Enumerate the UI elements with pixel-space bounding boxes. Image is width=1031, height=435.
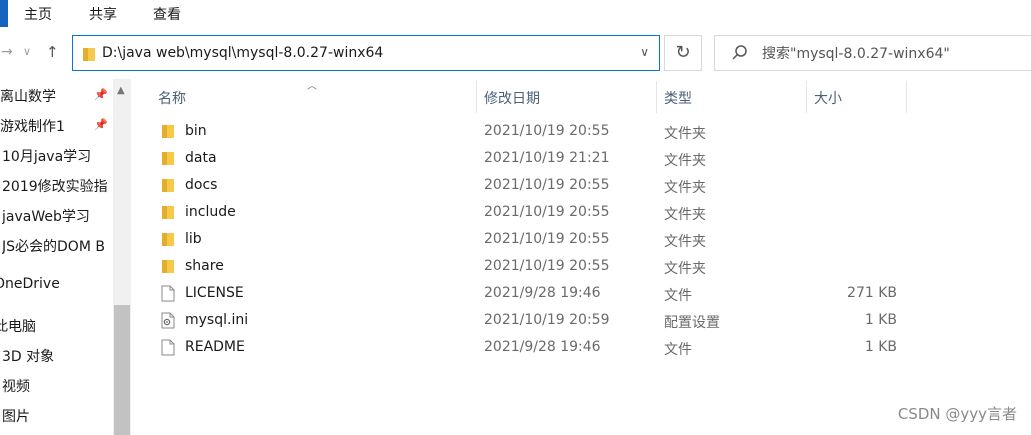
file-name: data	[185, 150, 217, 166]
column-divider[interactable]	[656, 81, 657, 113]
scrollbar-thumb[interactable]	[114, 305, 130, 435]
file-menu-edge[interactable]	[0, 0, 8, 27]
file-name: mysql.ini	[185, 312, 249, 328]
refresh-button[interactable]: ↻	[664, 35, 702, 71]
nav-item-quick-access[interactable]: 游戏制作1	[0, 116, 92, 140]
nav-item-quick-access[interactable]: 离山数学	[0, 86, 92, 110]
nav-item-3d-objects[interactable]: 3D 对象	[2, 346, 112, 370]
file-name: README	[185, 339, 245, 355]
file-type: 配置设置	[664, 315, 720, 331]
file-modified: 2021/9/28 19:46	[484, 339, 601, 355]
file-type: 文件夹	[664, 180, 706, 196]
file-name: lib	[185, 231, 202, 247]
file-row[interactable]: lib 2021/10/19 20:55 文件夹	[131, 226, 1031, 253]
file-name: LICENSE	[185, 285, 244, 301]
search-input[interactable]	[762, 44, 1022, 64]
file-modified: 2021/10/19 20:55	[484, 204, 610, 220]
file-type: 文件夹	[664, 153, 706, 169]
file-modified: 2021/10/19 20:59	[484, 312, 610, 328]
file-modified: 2021/10/19 20:55	[484, 231, 610, 247]
file-type: 文件夹	[664, 207, 706, 223]
file-modified: 2021/10/19 20:55	[484, 177, 610, 193]
file-size: 1 KB	[864, 339, 897, 355]
file-name: include	[185, 204, 236, 220]
file-icon	[161, 339, 175, 360]
settings-file-icon	[161, 312, 175, 333]
column-header-type[interactable]: 类型	[664, 88, 692, 108]
file-type: 文件	[664, 288, 692, 304]
pin-icon[interactable]: 📌	[94, 88, 108, 101]
column-divider[interactable]	[806, 81, 807, 113]
pin-icon[interactable]: 📌	[94, 118, 108, 131]
recent-locations-icon[interactable]: ∨	[23, 45, 31, 58]
chevron-down-icon[interactable]: ∨	[640, 45, 649, 59]
folder-icon	[161, 150, 175, 170]
file-name: bin	[185, 123, 207, 139]
folder-icon	[83, 48, 95, 61]
folder-icon	[161, 123, 175, 143]
file-modified: 2021/9/28 19:46	[484, 285, 601, 301]
file-type: 文件夹	[664, 126, 706, 142]
watermark: CSDN @yyy言者	[897, 405, 1017, 423]
nav-item-quick-access[interactable]: javaWeb学习	[2, 206, 112, 230]
nav-item-pictures[interactable]: 图片	[2, 406, 112, 430]
nav-item-this-pc[interactable]: 此电脑	[0, 316, 112, 340]
file-row[interactable]: LICENSE 2021/9/28 19:46 文件 271 KB	[131, 280, 1031, 307]
file-modified: 2021/10/19 21:21	[484, 150, 610, 166]
tab-share[interactable]: 共享	[89, 4, 117, 24]
column-headers: ︿ 名称 修改日期 类型 大小	[131, 79, 1031, 115]
nav-item-quick-access[interactable]: 10月java学习	[2, 146, 112, 170]
scroll-up-icon[interactable]: ▲	[117, 85, 125, 96]
file-name: share	[185, 258, 224, 274]
search-icon	[732, 45, 747, 60]
folder-icon	[161, 204, 175, 224]
file-modified: 2021/10/19 20:55	[484, 258, 610, 274]
file-row[interactable]: bin 2021/10/19 20:55 文件夹	[131, 118, 1031, 145]
tab-home[interactable]: 主页	[24, 4, 52, 24]
file-type: 文件夹	[664, 261, 706, 277]
file-size: 1 KB	[864, 312, 897, 328]
file-row[interactable]: share 2021/10/19 20:55 文件夹	[131, 253, 1031, 280]
column-header-size[interactable]: 大小	[814, 88, 842, 108]
folder-icon	[161, 231, 175, 251]
file-size: 271 KB	[847, 285, 897, 301]
file-row[interactable]: mysql.ini 2021/10/19 20:59 配置设置 1 KB	[131, 307, 1031, 334]
file-row[interactable]: docs 2021/10/19 20:55 文件夹	[131, 172, 1031, 199]
forward-arrow-icon[interactable]: →	[1, 44, 13, 60]
nav-item-onedrive[interactable]: OneDrive	[0, 276, 112, 300]
folder-icon	[161, 258, 175, 278]
refresh-icon: ↻	[675, 42, 691, 63]
address-row: → ∨ ↑ D:\java web\mysql\mysql-8.0.27-win…	[0, 27, 1031, 79]
file-modified: 2021/10/19 20:55	[484, 123, 610, 139]
nav-item-quick-access[interactable]: 2019修改实验指	[2, 176, 112, 200]
nav-item-quick-access[interactable]: JS必会的DOM B	[2, 236, 112, 260]
sidebar-scrollbar[interactable]: ▲	[113, 79, 131, 435]
file-row[interactable]: include 2021/10/19 20:55 文件夹	[131, 199, 1031, 226]
column-divider[interactable]	[476, 81, 477, 113]
address-path: D:\java web\mysql\mysql-8.0.27-winx64	[102, 45, 384, 61]
file-icon	[161, 285, 175, 306]
nav-item-videos[interactable]: 视频	[2, 376, 112, 400]
column-header-name[interactable]: 名称	[158, 88, 186, 108]
column-header-modified[interactable]: 修改日期	[484, 88, 540, 108]
ribbon-bar: 主页 共享 查看	[0, 0, 1031, 28]
file-row[interactable]: data 2021/10/19 21:21 文件夹	[131, 145, 1031, 172]
file-row[interactable]: README 2021/9/28 19:46 文件 1 KB	[131, 334, 1031, 361]
file-name: docs	[185, 177, 218, 193]
address-bar[interactable]: D:\java web\mysql\mysql-8.0.27-winx64 ∨	[72, 35, 660, 71]
navigation-pane: 离山数学 📌 游戏制作1 📌 10月java学习 2019修改实验指 javaW…	[0, 79, 131, 435]
file-type: 文件夹	[664, 234, 706, 250]
column-divider[interactable]	[906, 81, 907, 113]
up-arrow-icon[interactable]: ↑	[46, 43, 59, 61]
tab-view[interactable]: 查看	[153, 4, 181, 24]
sort-ascending-icon: ︿	[307, 81, 317, 92]
folder-icon	[161, 177, 175, 197]
file-type: 文件	[664, 342, 692, 358]
search-box[interactable]	[714, 35, 1031, 71]
